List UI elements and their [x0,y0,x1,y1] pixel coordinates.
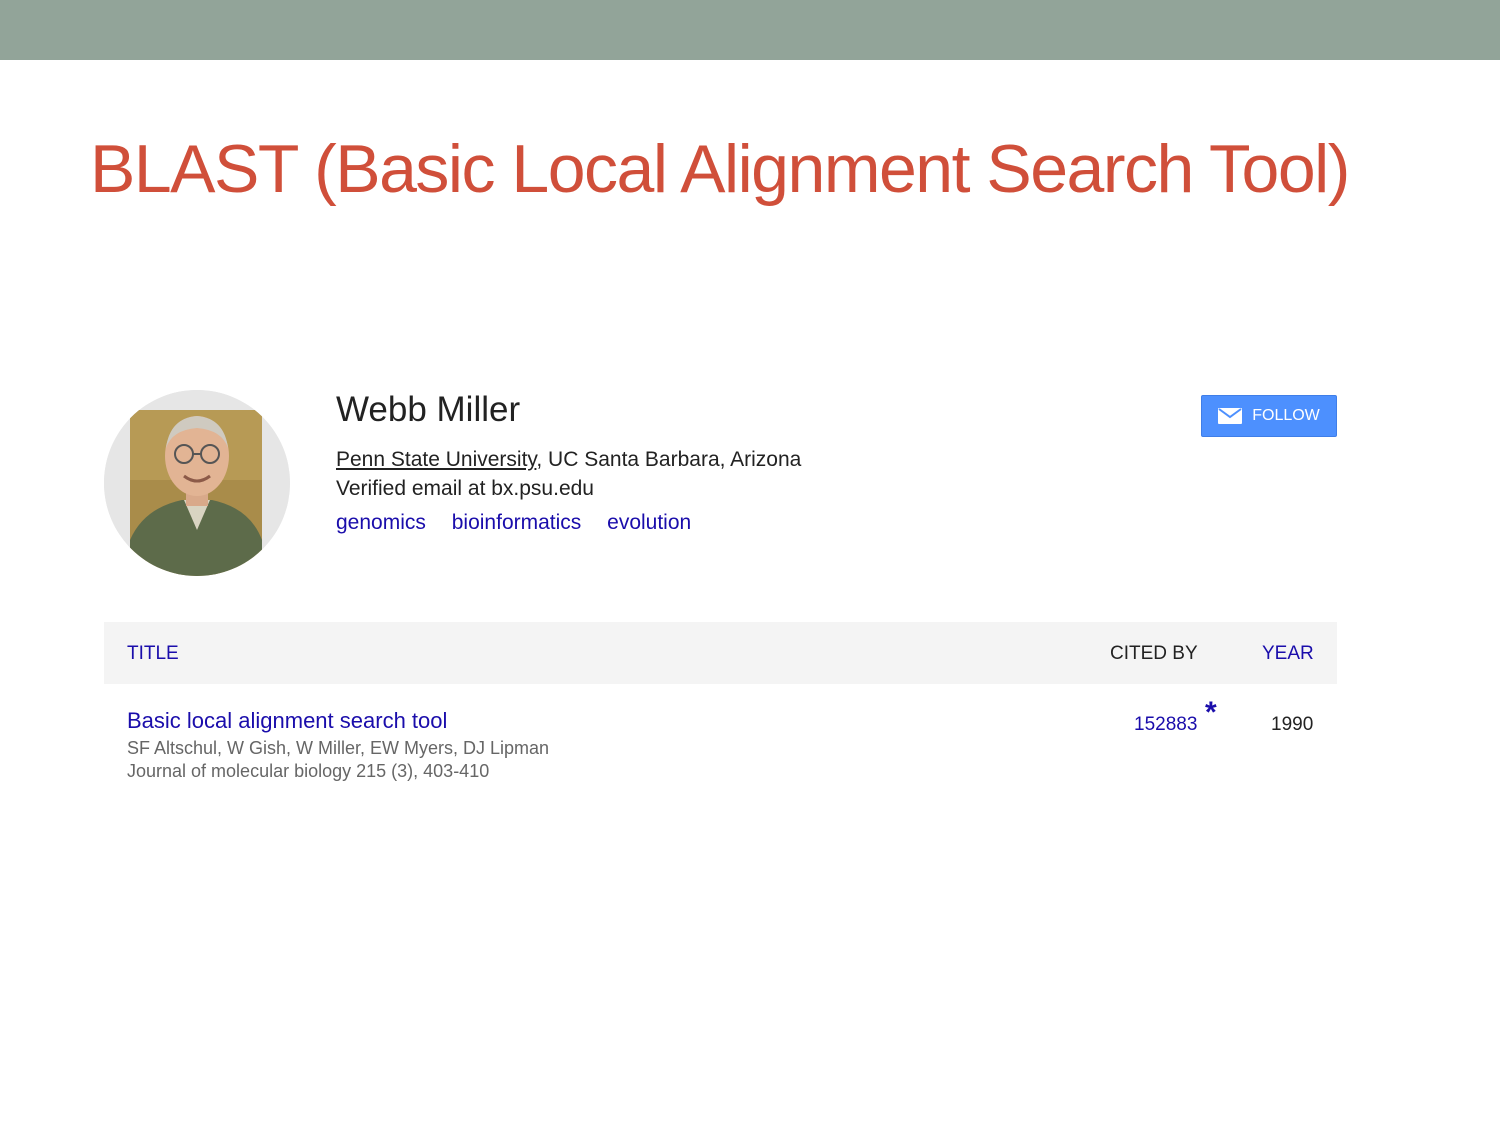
publication-venue: Journal of molecular biology 215 (3), 40… [127,761,490,781]
interest-genomics[interactable]: genomics [336,511,426,534]
asterisk-marker: * [1205,696,1217,729]
affiliation-link[interactable]: Penn State University [336,448,536,471]
publication-title[interactable]: Basic local alignment search tool [127,708,447,734]
affiliation: Penn State University, UC Santa Barbara,… [336,448,801,472]
affiliation-rest: , UC Santa Barbara, Arizona [536,448,802,471]
publication-year: 1990 [1271,714,1314,735]
column-cited-by: CITED BY [1110,643,1198,664]
publication-authors: SF Altschul, W Gish, W Miller, EW Myers,… [127,738,550,758]
follow-button[interactable]: FOLLOW [1201,395,1337,437]
profile-name: Webb Miller [336,390,521,429]
top-decorative-bar [0,0,1500,60]
column-year-sort[interactable]: YEAR [1262,643,1314,665]
table-header: TITLE CITED BY YEAR [104,622,1337,684]
interest-bioinformatics[interactable]: bioinformatics [452,511,582,534]
cited-by-count[interactable]: 152883 [1134,714,1197,736]
profile-photo [104,390,290,576]
research-interests: genomics bioinformatics evolution [336,511,711,535]
table-row: Basic local alignment search tool SF Alt… [104,696,1337,790]
follow-label: FOLLOW [1252,407,1320,424]
slide-title: BLAST (Basic Local Alignment Search Tool… [90,131,1350,207]
verified-email: Verified email at bx.psu.edu [336,477,594,500]
profile-avatar [104,390,290,576]
interest-evolution[interactable]: evolution [607,511,691,534]
mail-icon [1218,408,1243,424]
column-title-sort[interactable]: TITLE [127,643,179,665]
